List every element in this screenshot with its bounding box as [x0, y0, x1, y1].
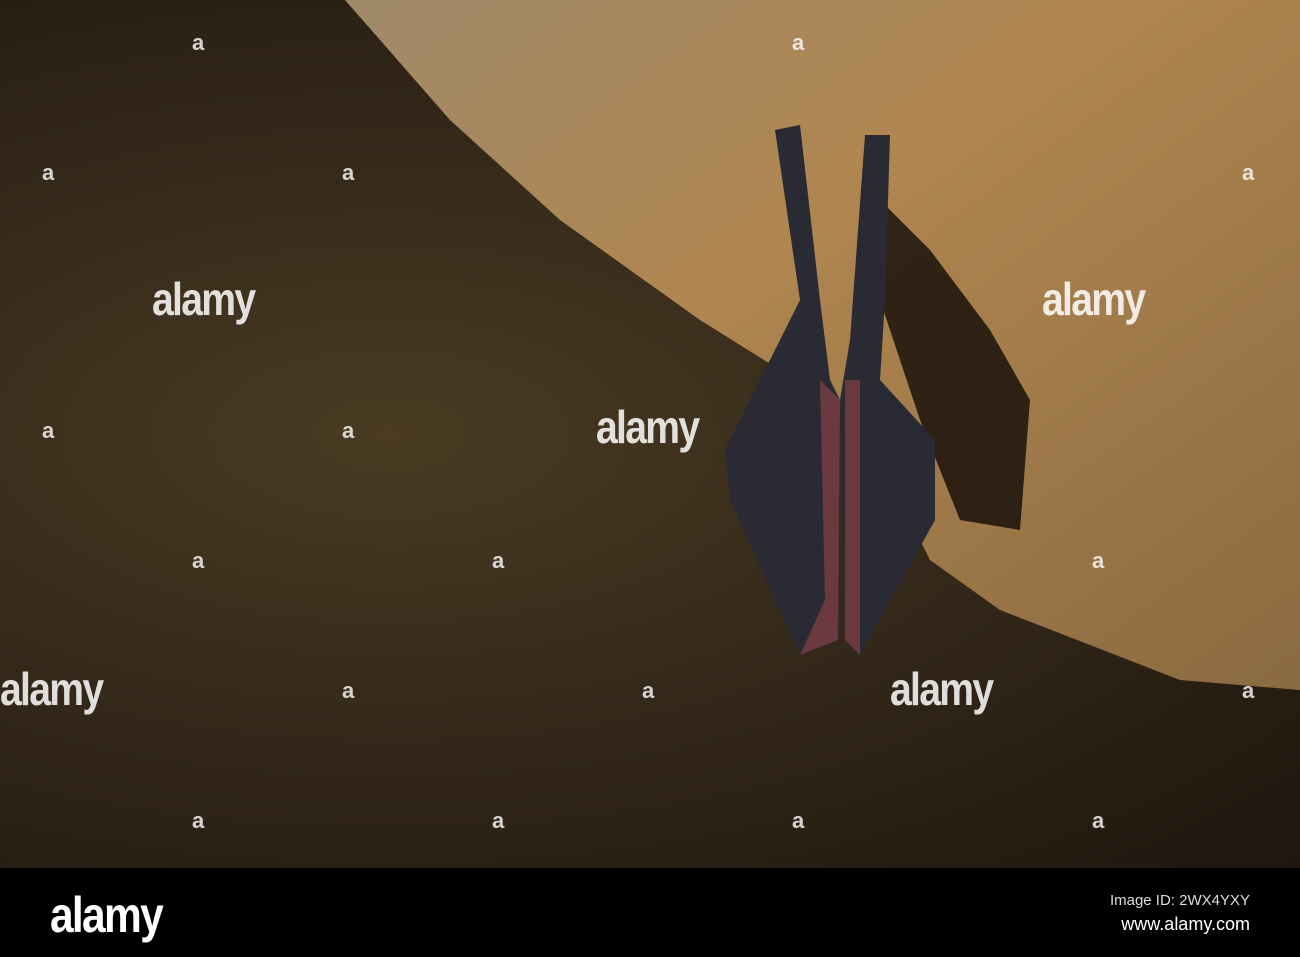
- footer-url: www.alamy.com: [1121, 914, 1250, 934]
- watermark-a: a: [342, 678, 355, 703]
- watermark-a: a: [1242, 678, 1255, 703]
- watermark-a: a: [42, 418, 55, 443]
- watermark-a: a: [1092, 808, 1105, 833]
- watermark-a: a: [342, 160, 355, 185]
- image-id: Image ID: 2WX4YXY: [1109, 892, 1250, 909]
- footer-bar: alamy Image ID: 2WX4YXY www.alamy.com: [0, 868, 1300, 957]
- watermark-a: a: [192, 548, 205, 573]
- footer-logo: alamy: [50, 887, 164, 943]
- watermark-a: a: [1242, 160, 1255, 185]
- watermark-a: a: [342, 418, 355, 443]
- watermark-logo: alamy: [596, 401, 700, 453]
- watermark-a: a: [192, 30, 205, 55]
- watermark-logo: alamy: [1042, 273, 1146, 325]
- watermark-logo: alamy: [890, 663, 994, 715]
- photo-bats-hanging-in-cave: a a a a a alamy alamy alamy a a a a a al…: [0, 0, 1300, 868]
- watermark-a: a: [192, 808, 205, 833]
- watermark-logo: alamy: [152, 273, 256, 325]
- watermark-a: a: [642, 678, 655, 703]
- watermark-a: a: [792, 808, 805, 833]
- watermark-a: a: [492, 548, 505, 573]
- watermark-a: a: [1092, 548, 1105, 573]
- watermark-a: a: [42, 160, 55, 185]
- watermark-a: a: [492, 808, 505, 833]
- watermark-logo: alamy: [0, 663, 104, 715]
- watermark-a: a: [792, 30, 805, 55]
